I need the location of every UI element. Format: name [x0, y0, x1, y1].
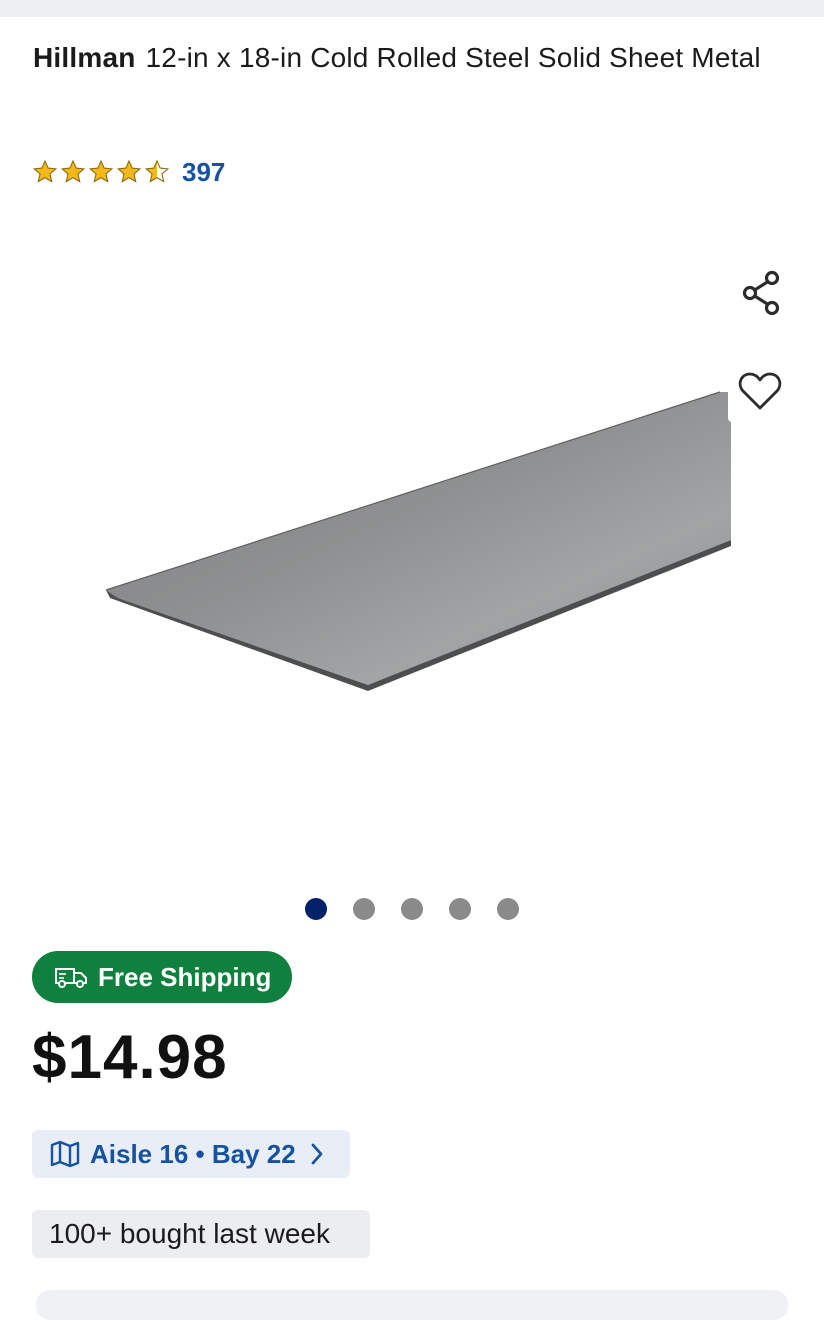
product-name: 12-in x 18-in Cold Rolled Steel Solid Sh…	[145, 42, 761, 73]
chevron-right-icon	[310, 1143, 324, 1165]
truck-icon	[55, 968, 87, 988]
top-strip	[0, 0, 824, 17]
sheet-metal-image	[105, 391, 731, 691]
pagination-dot[interactable]	[305, 898, 327, 920]
star-rating	[32, 159, 170, 185]
free-shipping-label: Free Shipping	[98, 961, 272, 992]
product-brand[interactable]: Hillman	[33, 42, 136, 73]
product-rating[interactable]: 397	[32, 156, 225, 188]
pagination-dot[interactable]	[401, 898, 423, 920]
pagination-dot[interactable]	[497, 898, 519, 920]
star-icon	[88, 159, 114, 183]
image-pagination	[305, 898, 519, 920]
product-image[interactable]	[0, 230, 824, 870]
product-price: $14.98	[32, 1023, 228, 1092]
map-icon	[50, 1140, 80, 1168]
aisle-location-button[interactable]: Aisle 16 • Bay 22	[32, 1130, 350, 1178]
share-button[interactable]	[734, 264, 790, 322]
star-half-icon	[144, 159, 170, 183]
free-shipping-badge: Free Shipping	[32, 951, 292, 1003]
favorite-button[interactable]	[728, 360, 792, 422]
product-title: Hillman 12-in x 18-in Cold Rolled Steel S…	[33, 36, 773, 80]
pagination-dot[interactable]	[353, 898, 375, 920]
bought-last-week-badge: 100+ bought last week	[32, 1210, 370, 1258]
star-icon	[60, 159, 86, 183]
share-icon	[742, 270, 780, 316]
aisle-label: Aisle 16 • Bay 22	[90, 1138, 296, 1169]
rating-count[interactable]: 397	[182, 157, 225, 188]
star-icon	[32, 159, 58, 183]
pagination-dot[interactable]	[449, 898, 471, 920]
star-icon	[116, 159, 142, 183]
next-section-card	[36, 1290, 788, 1320]
heart-icon	[738, 372, 782, 410]
